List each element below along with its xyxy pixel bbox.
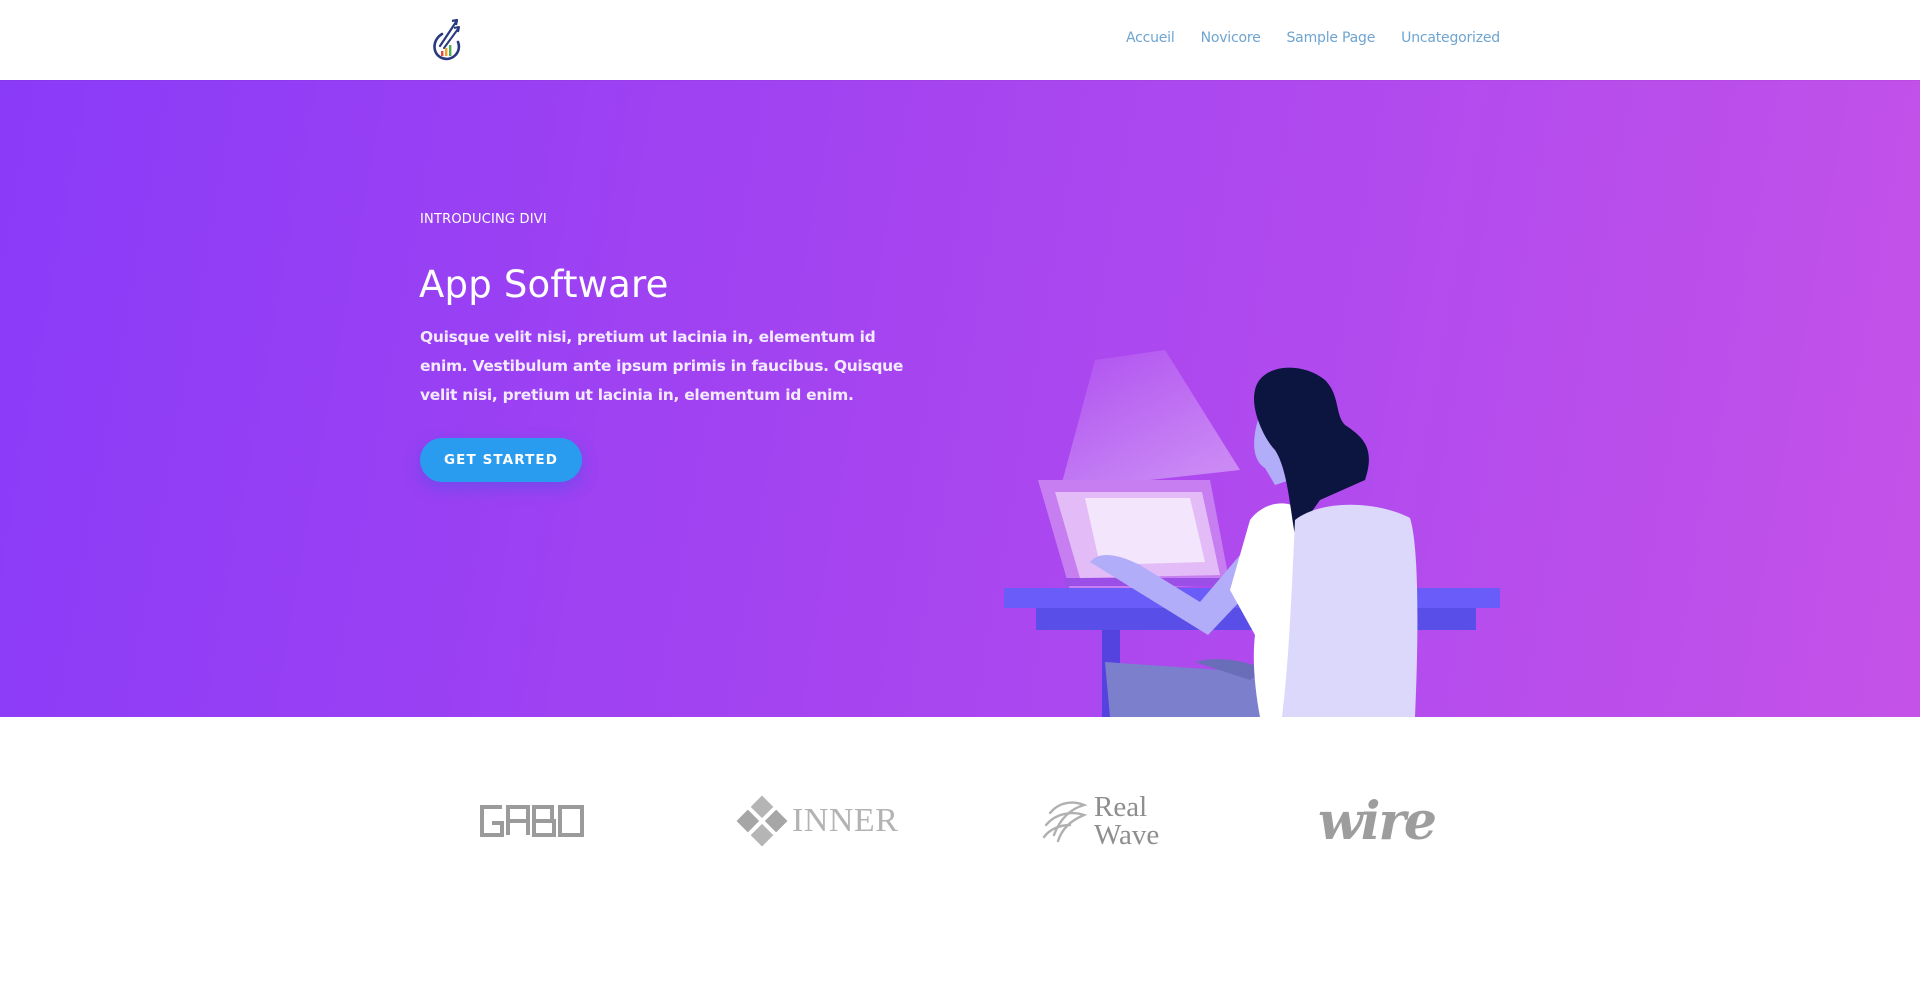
nav-item-sample-page[interactable]: Sample Page	[1287, 30, 1376, 46]
get-started-button[interactable]: GET STARTED	[420, 438, 582, 482]
inner-wordmark: INNER	[792, 802, 899, 839]
screen-light-beam	[1060, 350, 1240, 490]
partner-logo-wire: wire	[1318, 790, 1437, 852]
site-header: Accueil Novicore Sample Page Uncategoriz…	[0, 0, 1920, 80]
partner-logo-realwave: Real Wave	[1040, 791, 1159, 851]
gabo-logo-icon	[480, 805, 584, 837]
nav-item-novicore[interactable]: Novicore	[1201, 30, 1261, 46]
nav-item-uncategorized[interactable]: Uncategorized	[1401, 30, 1500, 46]
growth-chart-drop-logo-icon	[433, 18, 461, 61]
main-nav: Accueil Novicore Sample Page Uncategoriz…	[1126, 30, 1500, 46]
wire-wordmark: wire	[1318, 790, 1437, 852]
partner-logo-gabo	[478, 791, 588, 851]
realwave-wordmark-line2: Wave	[1094, 819, 1160, 851]
realwave-wordmark-line1: Real	[1094, 791, 1148, 823]
hero-section: INTRODUCING DIVI App Software Quisque ve…	[0, 80, 1920, 717]
realwave-waves-icon	[1042, 801, 1088, 843]
woman-at-laptop-illustration-icon	[1004, 350, 1500, 717]
hero-title: App Software	[419, 263, 669, 306]
site-logo[interactable]	[428, 16, 464, 62]
partner-logo-inner: INNER	[736, 791, 898, 851]
nav-item-accueil[interactable]: Accueil	[1126, 30, 1175, 46]
hero-eyebrow: INTRODUCING DIVI	[420, 212, 547, 227]
inner-diamond-icon	[736, 795, 788, 847]
chair-back	[1282, 504, 1418, 717]
hero-description: Quisque velit nisi, pretium ut lacinia i…	[420, 328, 904, 404]
partner-logos: INNER Real Wave wire	[0, 717, 1920, 993]
